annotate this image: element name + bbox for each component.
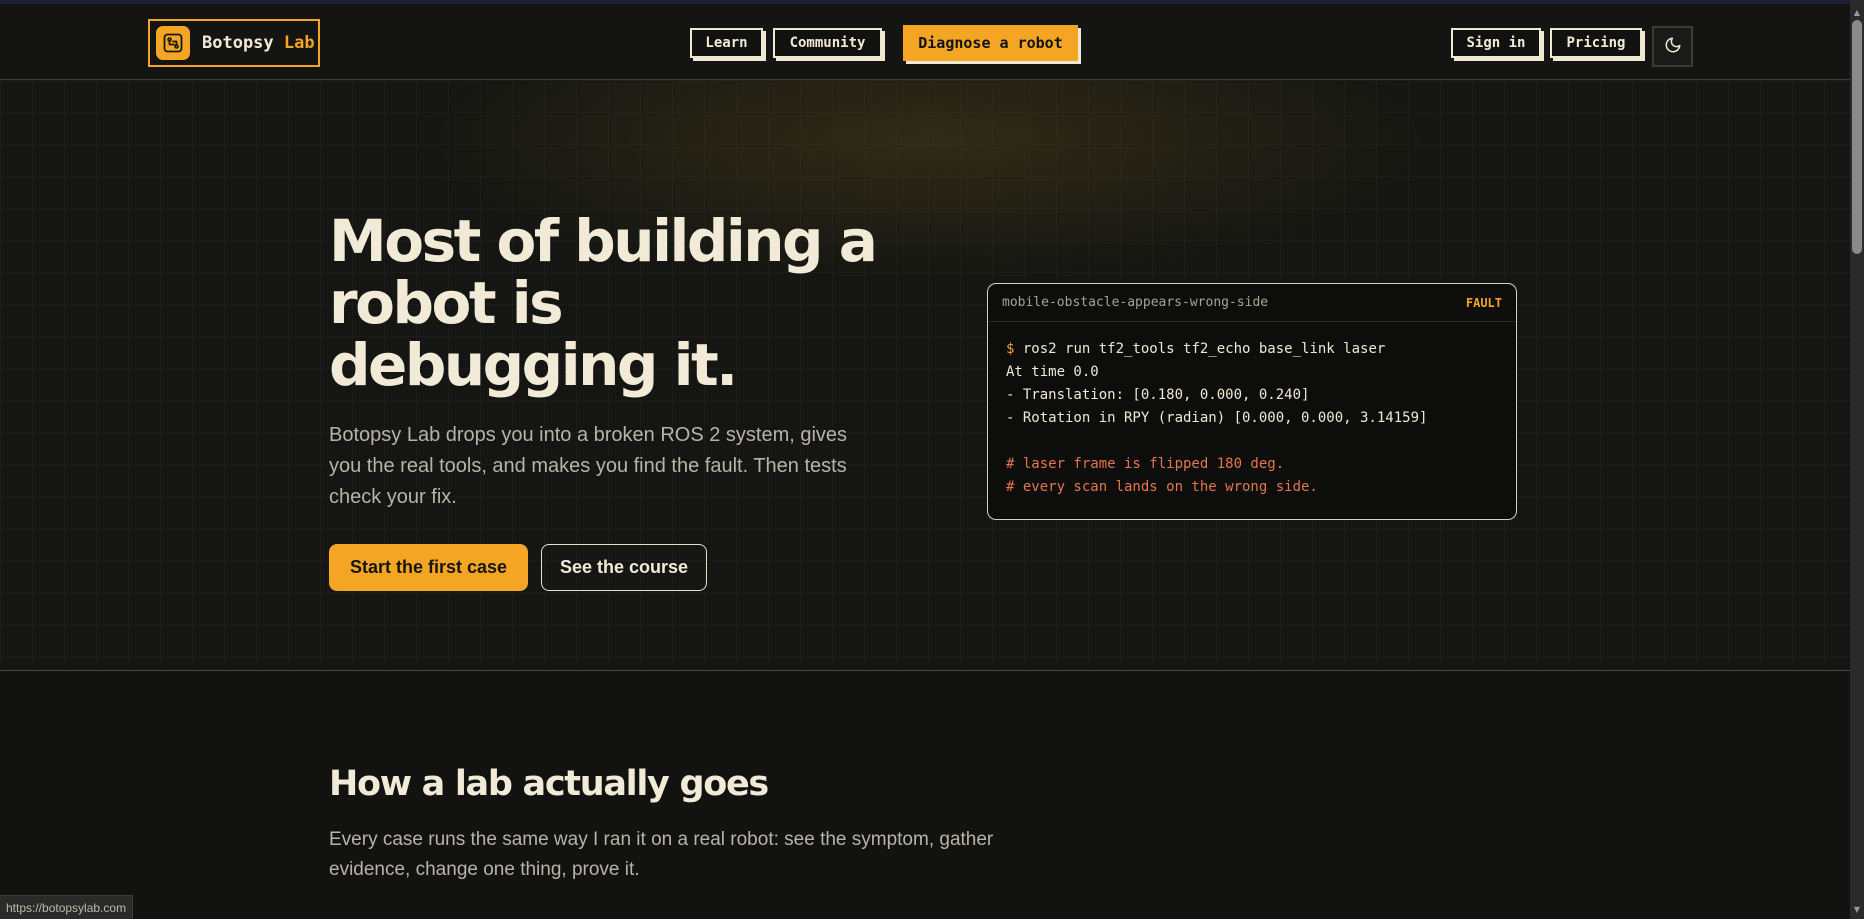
scroll-up-arrow-icon[interactable]: ▲: [1851, 6, 1863, 18]
brand-name: Botopsy Lab: [202, 33, 315, 53]
section-title: How a lab actually goes: [329, 764, 769, 804]
section-divider: [0, 670, 1850, 671]
hero-title: Most of building a robot is debugging it…: [329, 207, 878, 399]
hero-background-grid: [0, 80, 1850, 670]
status-bar-url: https://botopsylab.com: [0, 895, 134, 919]
brand-name-part2: Lab: [283, 33, 315, 53]
brand-name-part1: Botopsy: [202, 33, 274, 53]
hero-subtitle: Botopsy Lab drops you into a broken ROS …: [329, 424, 848, 508]
terminal-output-line: - Rotation in RPY (radian) [0.000, 0.000…: [1006, 410, 1428, 426]
sign-in-button[interactable]: Sign in: [1451, 28, 1541, 58]
section-subtitle: Every case runs the same way I ran it on…: [329, 829, 994, 880]
circuit-board-icon: [156, 26, 190, 60]
terminal-command: ros2 run tf2_tools tf2_echo base_link la…: [1022, 341, 1386, 357]
start-first-case-button[interactable]: Start the first case: [329, 544, 528, 591]
terminal-header: mobile-obstacle-appears-wrong-side FAULT: [988, 284, 1516, 322]
terminal-output-line: - Translation: [0.180, 0.000, 0.240]: [1006, 387, 1310, 403]
terminal-comment: # laser frame is flipped 180 deg.: [1006, 456, 1285, 472]
moon-icon: [1664, 36, 1682, 58]
terminal-card: mobile-obstacle-appears-wrong-side FAULT…: [987, 283, 1517, 520]
see-course-button[interactable]: See the course: [541, 544, 707, 591]
case-name: mobile-obstacle-appears-wrong-side: [1002, 295, 1269, 310]
pricing-button[interactable]: Pricing: [1550, 28, 1642, 58]
nav-community-button[interactable]: Community: [773, 28, 882, 58]
terminal-comment: # every scan lands on the wrong side.: [1006, 479, 1318, 495]
nav-learn-button[interactable]: Learn: [690, 28, 763, 58]
brand-logo[interactable]: Botopsy Lab: [148, 19, 320, 67]
fault-badge: FAULT: [1465, 295, 1502, 310]
site-header: Botopsy Lab Learn Community Diagnose a r…: [0, 4, 1850, 80]
diagnose-robot-button[interactable]: Diagnose a robot: [903, 25, 1078, 61]
scroll-down-arrow-icon[interactable]: ▼: [1851, 903, 1863, 915]
terminal-command-line: $ ros2 run tf2_tools tf2_echo base_link …: [1006, 338, 1498, 361]
terminal-output-line: At time 0.0: [1006, 364, 1099, 380]
scrollbar-thumb[interactable]: [1852, 20, 1862, 254]
theme-toggle-button[interactable]: [1652, 26, 1693, 67]
terminal-output: $ ros2 run tf2_tools tf2_echo base_link …: [988, 322, 1516, 499]
prompt-symbol: $: [1006, 341, 1015, 357]
